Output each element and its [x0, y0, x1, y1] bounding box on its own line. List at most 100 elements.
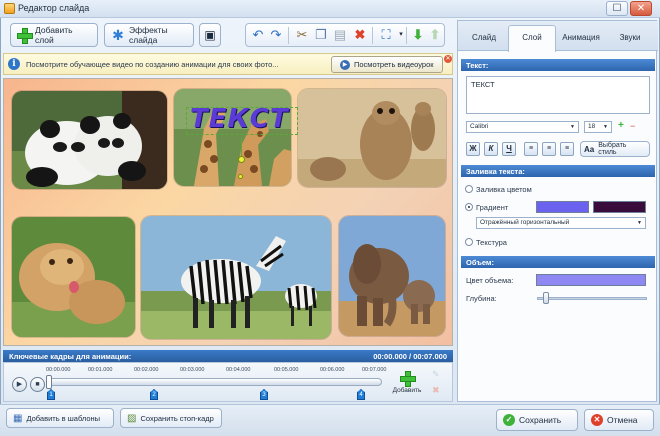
- tick-label: 00:00.000: [46, 367, 71, 373]
- keyframe-marker[interactable]: 3: [260, 389, 268, 400]
- move-up-icon[interactable]: ⬆: [427, 27, 443, 43]
- volume-section-header: Объем:: [461, 256, 655, 268]
- play-button[interactable]: ▶: [12, 377, 27, 392]
- underline-button[interactable]: Ч: [502, 142, 516, 156]
- check-icon: ✓: [503, 414, 515, 426]
- bold-button[interactable]: Ж: [466, 142, 480, 156]
- preview-button[interactable]: ▣: [199, 23, 221, 47]
- align-left-button[interactable]: ≡: [524, 142, 538, 156]
- text-input[interactable]: ТЕКСТ: [466, 76, 650, 114]
- tick-label: 00:03.000: [180, 367, 205, 373]
- gradient-radio[interactable]: [465, 203, 473, 211]
- fill-color-radio[interactable]: [465, 185, 473, 193]
- choose-style-label: Выбрать стиль: [598, 142, 627, 156]
- text-layer[interactable]: ТЕКСТ: [190, 104, 289, 134]
- meerkats-image: [298, 89, 446, 187]
- properties-panel: Слайд Слой Анимация Звуки Текст: ТЕКСТ C…: [457, 20, 658, 402]
- stop-button[interactable]: ■: [30, 377, 45, 392]
- keyframe-marker[interactable]: 4: [357, 389, 365, 400]
- slide-effects-button[interactable]: ✱ Эффекты слайда: [104, 23, 194, 47]
- tab-slide[interactable]: Слайд: [460, 25, 508, 51]
- tick-label: 00:05.000: [274, 367, 299, 373]
- volume-color-swatch[interactable]: [536, 274, 646, 286]
- tab-layer[interactable]: Слой: [508, 25, 556, 52]
- choose-style-button[interactable]: Aa Выбрать стиль: [580, 141, 650, 157]
- plus-icon: [400, 371, 416, 387]
- depth-slider-track[interactable]: [537, 297, 647, 300]
- texture-radio[interactable]: [465, 238, 473, 246]
- rotation-handle[interactable]: [238, 156, 245, 163]
- watch-video-button[interactable]: ▶ Посмотреть видеоурок: [331, 56, 443, 73]
- photo-pandas[interactable]: [12, 91, 167, 189]
- maximize-button[interactable]: ☐: [606, 1, 628, 16]
- move-down-icon[interactable]: ⬇: [410, 27, 426, 43]
- save-frame-button[interactable]: ▨ Сохранить стоп-кадр: [120, 408, 222, 428]
- text-section-header: Текст:: [461, 59, 655, 71]
- chevron-down-icon: ▼: [603, 124, 608, 130]
- chevron-down-icon: ▼: [570, 124, 575, 130]
- increase-size-icon[interactable]: +: [618, 120, 624, 131]
- gradient-color-1[interactable]: [536, 201, 589, 213]
- align-right-button[interactable]: ≡: [560, 142, 574, 156]
- anchor-handle[interactable]: [238, 174, 243, 179]
- fill-section-header: Заливка текста:: [461, 165, 655, 177]
- undo-icon[interactable]: ↶: [250, 27, 266, 43]
- sparkle-icon: ✱: [112, 27, 124, 43]
- close-window-button[interactable]: ✕: [630, 1, 652, 16]
- font-size-select[interactable]: 18 ▼: [584, 121, 612, 133]
- depth-label: Глубина:: [466, 294, 497, 303]
- gradient-color-2[interactable]: [593, 201, 646, 213]
- photo-lions[interactable]: [12, 217, 135, 337]
- projector-icon: ▣: [204, 28, 216, 42]
- font-size-value: 18: [588, 123, 596, 130]
- redo-icon[interactable]: ↷: [268, 27, 284, 43]
- gradient-type-select[interactable]: Отражённый горизонтальный ▼: [476, 217, 646, 229]
- maximize-icon: ☐: [612, 3, 622, 14]
- playhead[interactable]: [46, 375, 52, 389]
- keyframe-marker[interactable]: 1: [47, 389, 55, 400]
- keyframe-marker[interactable]: 2: [150, 389, 158, 400]
- italic-button[interactable]: К: [484, 142, 498, 156]
- delete-keyframe-icon[interactable]: ✖: [432, 385, 440, 396]
- tick-label: 00:01.000: [88, 367, 113, 373]
- fit-icon[interactable]: ⛶: [378, 27, 394, 43]
- gradient-type-value: Отражённый горизонтальный: [480, 219, 570, 226]
- font-select[interactable]: Calibri ▼: [466, 121, 579, 133]
- cut-icon[interactable]: ✂: [294, 27, 310, 43]
- copy-icon[interactable]: ❐: [313, 27, 329, 43]
- texture-label: Текстура: [476, 238, 507, 247]
- tab-animation[interactable]: Анимация: [557, 25, 605, 51]
- chevron-down-icon: ▼: [637, 220, 642, 226]
- save-label: Сохранить: [519, 415, 562, 425]
- keyframes-title: Ключевые кадры для анимации:: [9, 352, 132, 361]
- paste-icon[interactable]: ▤: [332, 27, 348, 43]
- tab-sounds[interactable]: Звуки: [606, 25, 654, 51]
- add-keyframe-button[interactable]: Добавить: [389, 368, 425, 400]
- photo-zebras[interactable]: [141, 216, 331, 339]
- cancel-label: Отмена: [607, 415, 638, 425]
- add-to-templates-button[interactable]: ▦ Добавить в шаблоны: [6, 408, 114, 428]
- info-bar: i Посмотрите обучающее видео по созданию…: [3, 53, 453, 75]
- timeline-track[interactable]: [48, 378, 382, 386]
- zebras-image: [141, 216, 331, 339]
- save-button[interactable]: ✓ Сохранить: [496, 409, 578, 431]
- save-frame-label: Сохранить стоп-кадр: [140, 413, 214, 423]
- depth-slider-thumb[interactable]: [543, 292, 549, 304]
- edit-keyframe-icon[interactable]: ✎: [432, 369, 440, 380]
- tick-label: 00:02.000: [134, 367, 159, 373]
- close-info-icon[interactable]: ✕: [444, 55, 452, 63]
- align-center-button[interactable]: ≡: [542, 142, 556, 156]
- cancel-button[interactable]: ✕ Отмена: [584, 409, 654, 431]
- add-layer-button[interactable]: Добавить слой: [10, 23, 98, 47]
- cancel-icon: ✕: [591, 414, 603, 426]
- volume-color-label: Цвет объема:: [466, 276, 514, 285]
- elephants-image: [339, 216, 445, 336]
- close-icon: ✕: [636, 3, 646, 14]
- photo-elephants[interactable]: [339, 216, 445, 336]
- separator: [372, 27, 373, 44]
- decrease-size-icon[interactable]: −: [630, 121, 635, 131]
- delete-icon[interactable]: ✖: [352, 27, 368, 43]
- photo-meerkats[interactable]: [298, 89, 446, 187]
- style-icon: Aa: [584, 144, 595, 154]
- timeline: ▶ ■ 00:00.000 00:01.000 00:02.000 00:03.…: [3, 362, 453, 402]
